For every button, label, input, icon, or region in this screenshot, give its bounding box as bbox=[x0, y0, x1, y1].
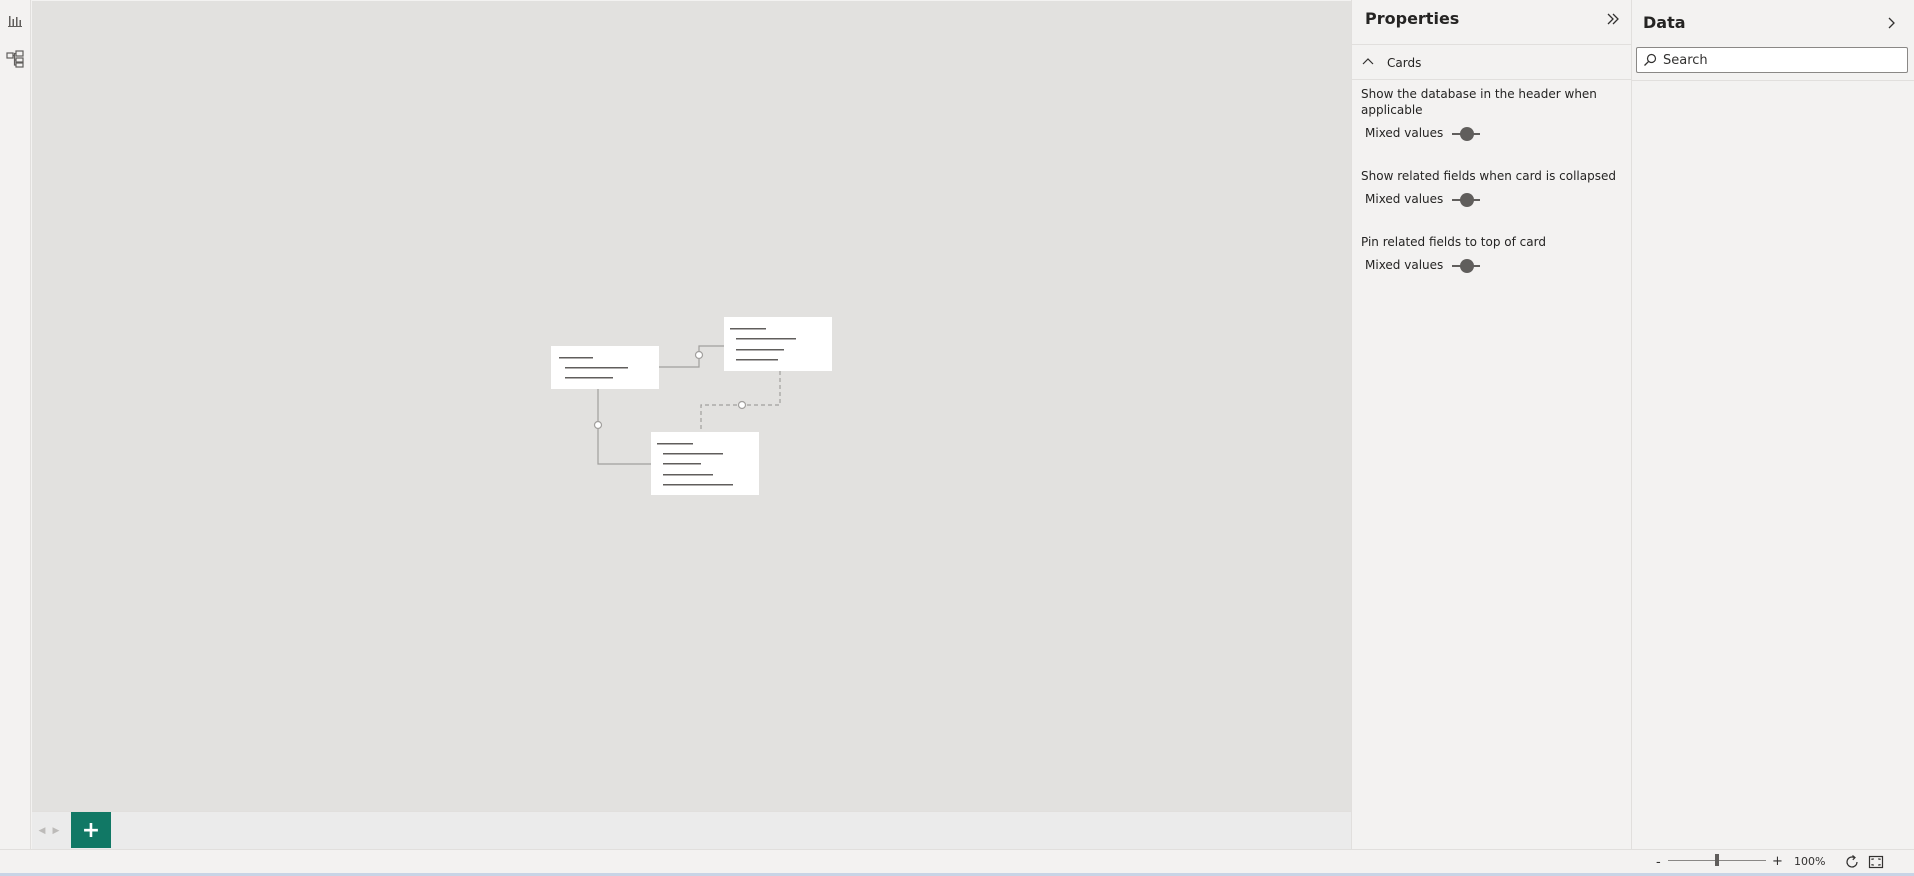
empty-model-illustration bbox=[551, 317, 832, 495]
plus-icon: + bbox=[81, 817, 101, 843]
bar-chart-icon bbox=[8, 16, 22, 27]
setting-value: Mixed values bbox=[1365, 192, 1444, 206]
report-view-button[interactable] bbox=[3, 8, 27, 32]
double-chevron-right-icon bbox=[1607, 13, 1619, 25]
model-canvas[interactable] bbox=[32, 1, 1351, 811]
model-view-button[interactable] bbox=[3, 47, 27, 71]
cards-section-header[interactable]: Cards bbox=[1352, 44, 1632, 80]
properties-pane: Properties Cards Show the database in th… bbox=[1351, 0, 1632, 849]
setting-show-database: Show the database in the header when app… bbox=[1361, 86, 1623, 144]
show-database-toggle[interactable] bbox=[1452, 126, 1480, 142]
next-page-button[interactable]: ▶ bbox=[50, 825, 62, 837]
chevron-right-icon bbox=[1888, 17, 1895, 29]
zoom-level: 100% bbox=[1794, 855, 1826, 868]
data-pane-title: Data bbox=[1643, 13, 1686, 32]
zoom-slider-thumb[interactable] bbox=[1715, 854, 1719, 866]
previous-page-button[interactable]: ◀ bbox=[36, 825, 48, 837]
zoom-in-button[interactable]: + bbox=[1772, 854, 1783, 869]
reset-zoom-icon[interactable] bbox=[1843, 853, 1861, 871]
page-tab-bar: ◀ ▶ + bbox=[32, 811, 1351, 849]
data-pane-divider bbox=[1632, 80, 1914, 81]
setting-show-related-fields: Show related fields when card is collaps… bbox=[1361, 168, 1623, 210]
cards-section-label: Cards bbox=[1387, 56, 1422, 70]
add-page-button[interactable]: + bbox=[71, 812, 111, 848]
model-view-icon bbox=[6, 50, 24, 68]
status-bar: - + 100% bbox=[0, 849, 1914, 876]
triangle-left-icon: ◀ bbox=[38, 826, 46, 836]
setting-label: Show related fields when card is collaps… bbox=[1361, 169, 1616, 183]
data-search-input[interactable] bbox=[1663, 50, 1903, 70]
data-pane: Data bbox=[1632, 0, 1914, 849]
setting-label: Show the database in the header when app… bbox=[1361, 87, 1597, 117]
setting-value: Mixed values bbox=[1365, 126, 1444, 140]
triangle-right-icon: ▶ bbox=[52, 826, 60, 836]
properties-title: Properties bbox=[1365, 9, 1460, 28]
setting-value: Mixed values bbox=[1365, 258, 1444, 272]
expand-data-pane-button[interactable] bbox=[1882, 14, 1900, 32]
chevron-up-icon bbox=[1362, 58, 1374, 65]
pin-related-fields-toggle[interactable] bbox=[1452, 258, 1480, 274]
search-icon bbox=[1644, 53, 1657, 66]
collapse-properties-button[interactable] bbox=[1602, 8, 1624, 30]
fit-to-screen-icon[interactable] bbox=[1868, 854, 1884, 870]
setting-label: Pin related fields to top of card bbox=[1361, 235, 1546, 249]
left-rail bbox=[0, 0, 31, 849]
show-related-fields-toggle[interactable] bbox=[1452, 192, 1480, 208]
data-search-box bbox=[1636, 47, 1908, 73]
setting-pin-related-fields: Pin related fields to top of card Mixed … bbox=[1361, 234, 1623, 276]
zoom-out-button[interactable]: - bbox=[1656, 855, 1661, 870]
